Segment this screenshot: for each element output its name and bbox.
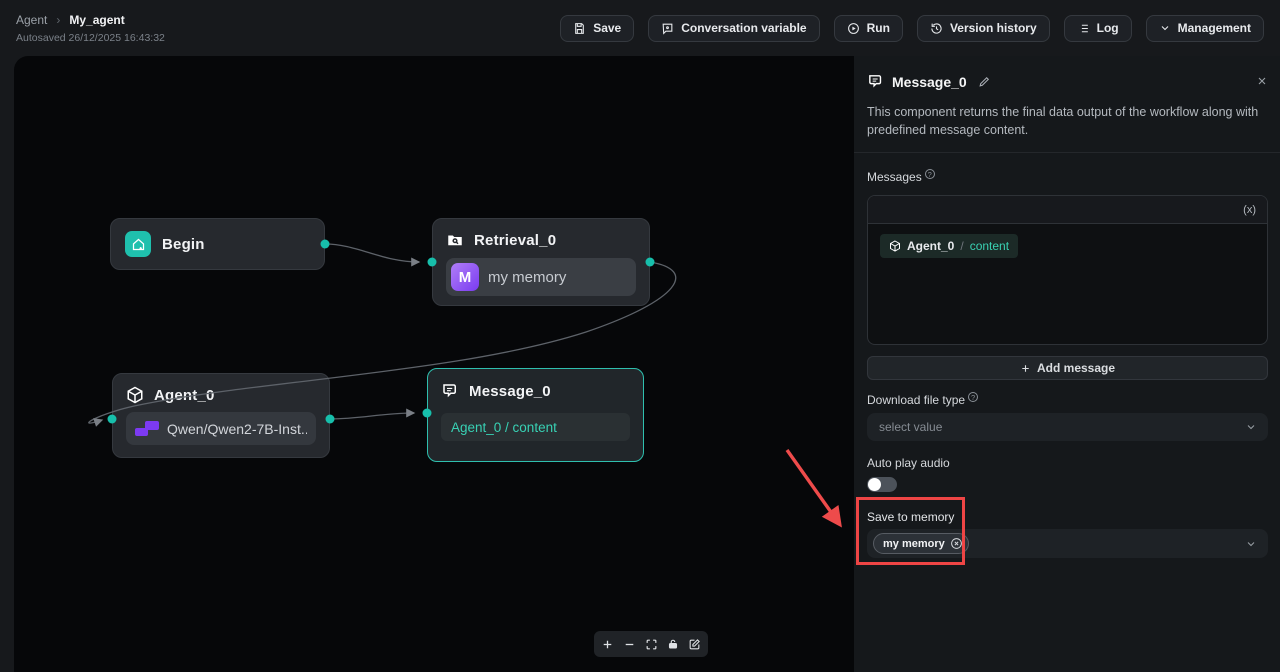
breadcrumb-separator-icon: › (56, 13, 60, 27)
node-begin[interactable]: Begin (110, 218, 325, 270)
cube-icon (889, 240, 901, 252)
messages-editor-toolbar: (x) (868, 196, 1267, 224)
history-icon (930, 22, 943, 35)
note-icon[interactable] (688, 638, 701, 651)
add-message-button[interactable]: Add message (867, 356, 1268, 380)
conversation-variable-button[interactable]: Conversation variable (648, 15, 819, 42)
chat-bubble-icon (661, 22, 674, 35)
save-to-memory-select[interactable]: my memory (867, 529, 1268, 558)
help-icon: ? (925, 169, 935, 179)
breadcrumb: Agent › My_agent (16, 13, 165, 27)
component-description: This component returns the final data ou… (867, 103, 1265, 139)
panel-header: Message_0 (867, 73, 1268, 90)
auto-play-audio-toggle[interactable] (867, 477, 897, 492)
model-logo-icon (135, 421, 159, 436)
messages-label: Messages? (867, 170, 935, 184)
variable-reference-tag[interactable]: Agent_0 / content (880, 234, 1018, 258)
fit-view-icon[interactable] (645, 638, 658, 651)
panel-divider (854, 152, 1280, 153)
select-placeholder: select value (879, 420, 942, 434)
retrieval-node-title: Retrieval_0 (474, 232, 556, 249)
ref-node-name: Agent_0 (907, 239, 954, 253)
node-agent[interactable]: Agent_0 Qwen/Qwen2-7B-Inst... (112, 373, 330, 458)
log-button[interactable]: Log (1064, 15, 1132, 42)
agent-model-row[interactable]: Qwen/Qwen2-7B-Inst... (126, 412, 316, 445)
message-icon (441, 382, 459, 400)
plus-icon (1020, 363, 1031, 374)
breadcrumb-root[interactable]: Agent (16, 13, 47, 27)
panel-title: Message_0 (892, 74, 967, 90)
help-icon: ? (968, 392, 978, 402)
edges-layer (14, 56, 854, 672)
agent-node-title: Agent_0 (154, 387, 215, 404)
edge-agent-to-message (330, 413, 414, 419)
breadcrumb-current: My_agent (69, 13, 124, 27)
workflow-canvas[interactable]: Begin Retrieval_0 M my memory Agent_0 Qw… (14, 56, 854, 672)
zoom-in-icon[interactable] (601, 638, 614, 651)
run-button-label: Run (867, 21, 890, 35)
cube-icon (126, 386, 144, 404)
save-to-memory-label: Save to memory (867, 510, 954, 524)
save-icon (573, 22, 586, 35)
insert-variable-icon[interactable]: (x) (1243, 204, 1256, 216)
retrieval-knowledge-row[interactable]: M my memory (446, 258, 636, 296)
close-icon[interactable] (1256, 75, 1268, 87)
list-icon (1077, 22, 1090, 35)
topbar-actions: Save Conversation variable Run Version h… (560, 15, 1264, 42)
folder-search-icon (446, 231, 464, 249)
save-button-label: Save (593, 21, 621, 35)
begin-node-title: Begin (162, 236, 205, 253)
version-history-button[interactable]: Version history (917, 15, 1050, 42)
save-button[interactable]: Save (560, 15, 634, 42)
add-message-label: Add message (1037, 361, 1115, 375)
message-input-row[interactable]: Agent_0 / content (441, 413, 630, 441)
message-settings-panel: Message_0 This component returns the fin… (854, 56, 1280, 672)
message-node-title: Message_0 (469, 383, 551, 400)
version-history-label: Version history (950, 21, 1037, 35)
chevron-down-icon (1245, 421, 1257, 433)
conversation-variable-label: Conversation variable (681, 21, 806, 35)
edit-name-icon[interactable] (978, 75, 991, 88)
ref-field-name: content (970, 239, 1009, 253)
autosaved-status: Autosaved 26/12/2025 16:43:32 (16, 32, 165, 44)
run-button[interactable]: Run (834, 15, 903, 42)
node-message[interactable]: Message_0 Agent_0 / content (427, 368, 644, 462)
memory-tag-label: my memory (883, 538, 945, 550)
chevron-down-icon (1245, 538, 1257, 550)
zoom-out-icon[interactable] (623, 638, 636, 651)
message-icon (867, 73, 884, 90)
top-bar: Agent › My_agent Autosaved 26/12/2025 16… (0, 0, 1280, 56)
download-file-type-select[interactable]: select value (867, 413, 1268, 441)
knowledge-avatar: M (451, 263, 479, 291)
play-circle-icon (847, 22, 860, 35)
begin-home-icon (125, 231, 151, 257)
message-input-ref: Agent_0 / content (451, 420, 557, 435)
log-button-label: Log (1097, 21, 1119, 35)
management-button[interactable]: Management (1146, 15, 1264, 42)
management-button-label: Management (1178, 21, 1251, 35)
ref-separator: / (960, 239, 963, 253)
agent-model-name: Qwen/Qwen2-7B-Inst... (167, 421, 307, 437)
knowledge-name: my memory (488, 269, 566, 286)
memory-tag: my memory (873, 533, 969, 554)
auto-play-audio-label: Auto play audio (867, 456, 950, 470)
messages-editor[interactable]: (x) Agent_0 / content (867, 195, 1268, 345)
toggle-knob (868, 478, 881, 491)
node-retrieval[interactable]: Retrieval_0 M my memory (432, 218, 650, 306)
lock-icon[interactable] (667, 638, 679, 650)
canvas-toolbar (594, 631, 708, 657)
chevron-down-icon (1159, 22, 1171, 34)
download-file-type-label: Download file type? (867, 393, 978, 407)
remove-tag-icon[interactable] (950, 537, 963, 550)
edge-begin-to-retrieval (325, 244, 419, 262)
